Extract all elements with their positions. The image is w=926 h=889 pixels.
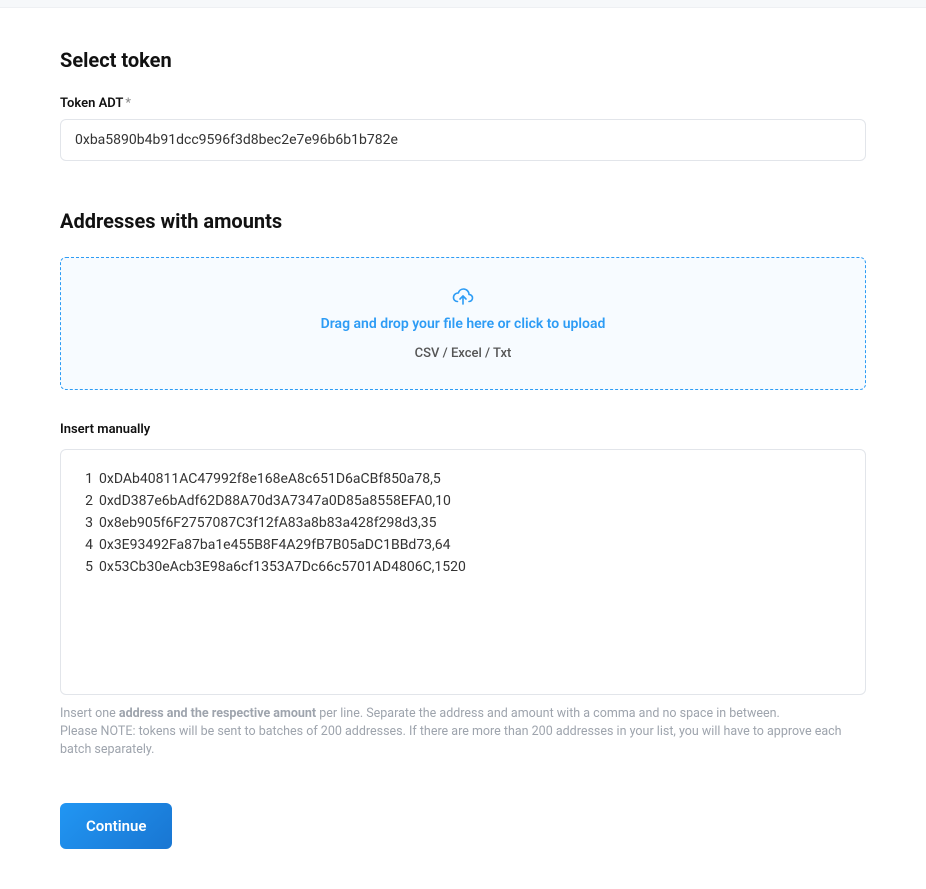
upload-icon <box>81 288 845 306</box>
line-number: 4 <box>75 534 93 556</box>
token-label-text: Token ADT <box>60 96 123 111</box>
editor-line: 4 0x3E93492Fa87ba1e455B8F4A29fB7B05aDC1BB… <box>75 534 851 556</box>
dropzone-hint: CSV / Excel / Txt <box>81 346 845 361</box>
insert-manually-label: Insert manually <box>60 422 866 437</box>
continue-button[interactable]: Continue <box>60 803 172 849</box>
help-line1-post: per line. Separate the address and amoun… <box>316 706 780 721</box>
top-bar <box>0 0 926 8</box>
line-number: 1 <box>75 468 93 490</box>
line-content: 0x8eb905f6F2757087C3f12fA83a8b83a428f298… <box>99 512 436 534</box>
help-line2: Please NOTE: tokens will be sent to batc… <box>60 723 866 759</box>
file-dropzone[interactable]: Drag and drop your file here or click to… <box>60 257 866 390</box>
required-indicator: * <box>125 96 131 111</box>
select-token-title: Select token <box>60 48 866 72</box>
editor-line: 5 0x53Cb30eAcb3E98a6cf1353A7Dc66c5701AD48… <box>75 556 851 578</box>
editor-line: 3 0x8eb905f6F2757087C3f12fA83a8b83a428f29… <box>75 512 851 534</box>
help-text: Insert one address and the respective am… <box>60 705 866 759</box>
token-address-input[interactable] <box>60 119 866 161</box>
dropzone-text: Drag and drop your file here or click to… <box>81 316 845 332</box>
help-line1-bold: address and the respective amount <box>119 706 316 721</box>
editor-line: 1 0xDAb40811AC47992f8e168eA8c651D6aCBf850… <box>75 468 851 490</box>
line-number: 3 <box>75 512 93 534</box>
addresses-editor[interactable]: 1 0xDAb40811AC47992f8e168eA8c651D6aCBf850… <box>60 449 866 695</box>
line-content: 0x53Cb30eAcb3E98a6cf1353A7Dc66c5701AD480… <box>99 556 466 578</box>
token-field-label: Token ADT* <box>60 96 866 111</box>
addresses-title: Addresses with amounts <box>60 209 866 233</box>
editor-line: 2 0xdD387e6bAdf62D88A70d3A7347a0D85a8558E… <box>75 490 851 512</box>
line-content: 0x3E93492Fa87ba1e455B8F4A29fB7B05aDC1BBd… <box>99 534 451 556</box>
line-content: 0xdD387e6bAdf62D88A70d3A7347a0D85a8558EF… <box>99 490 451 512</box>
main-container: Select token Token ADT* Addresses with a… <box>60 8 866 889</box>
line-number: 2 <box>75 490 93 512</box>
line-number: 5 <box>75 556 93 578</box>
help-line1-pre: Insert one <box>60 706 119 721</box>
line-content: 0xDAb40811AC47992f8e168eA8c651D6aCBf850a… <box>99 468 441 490</box>
